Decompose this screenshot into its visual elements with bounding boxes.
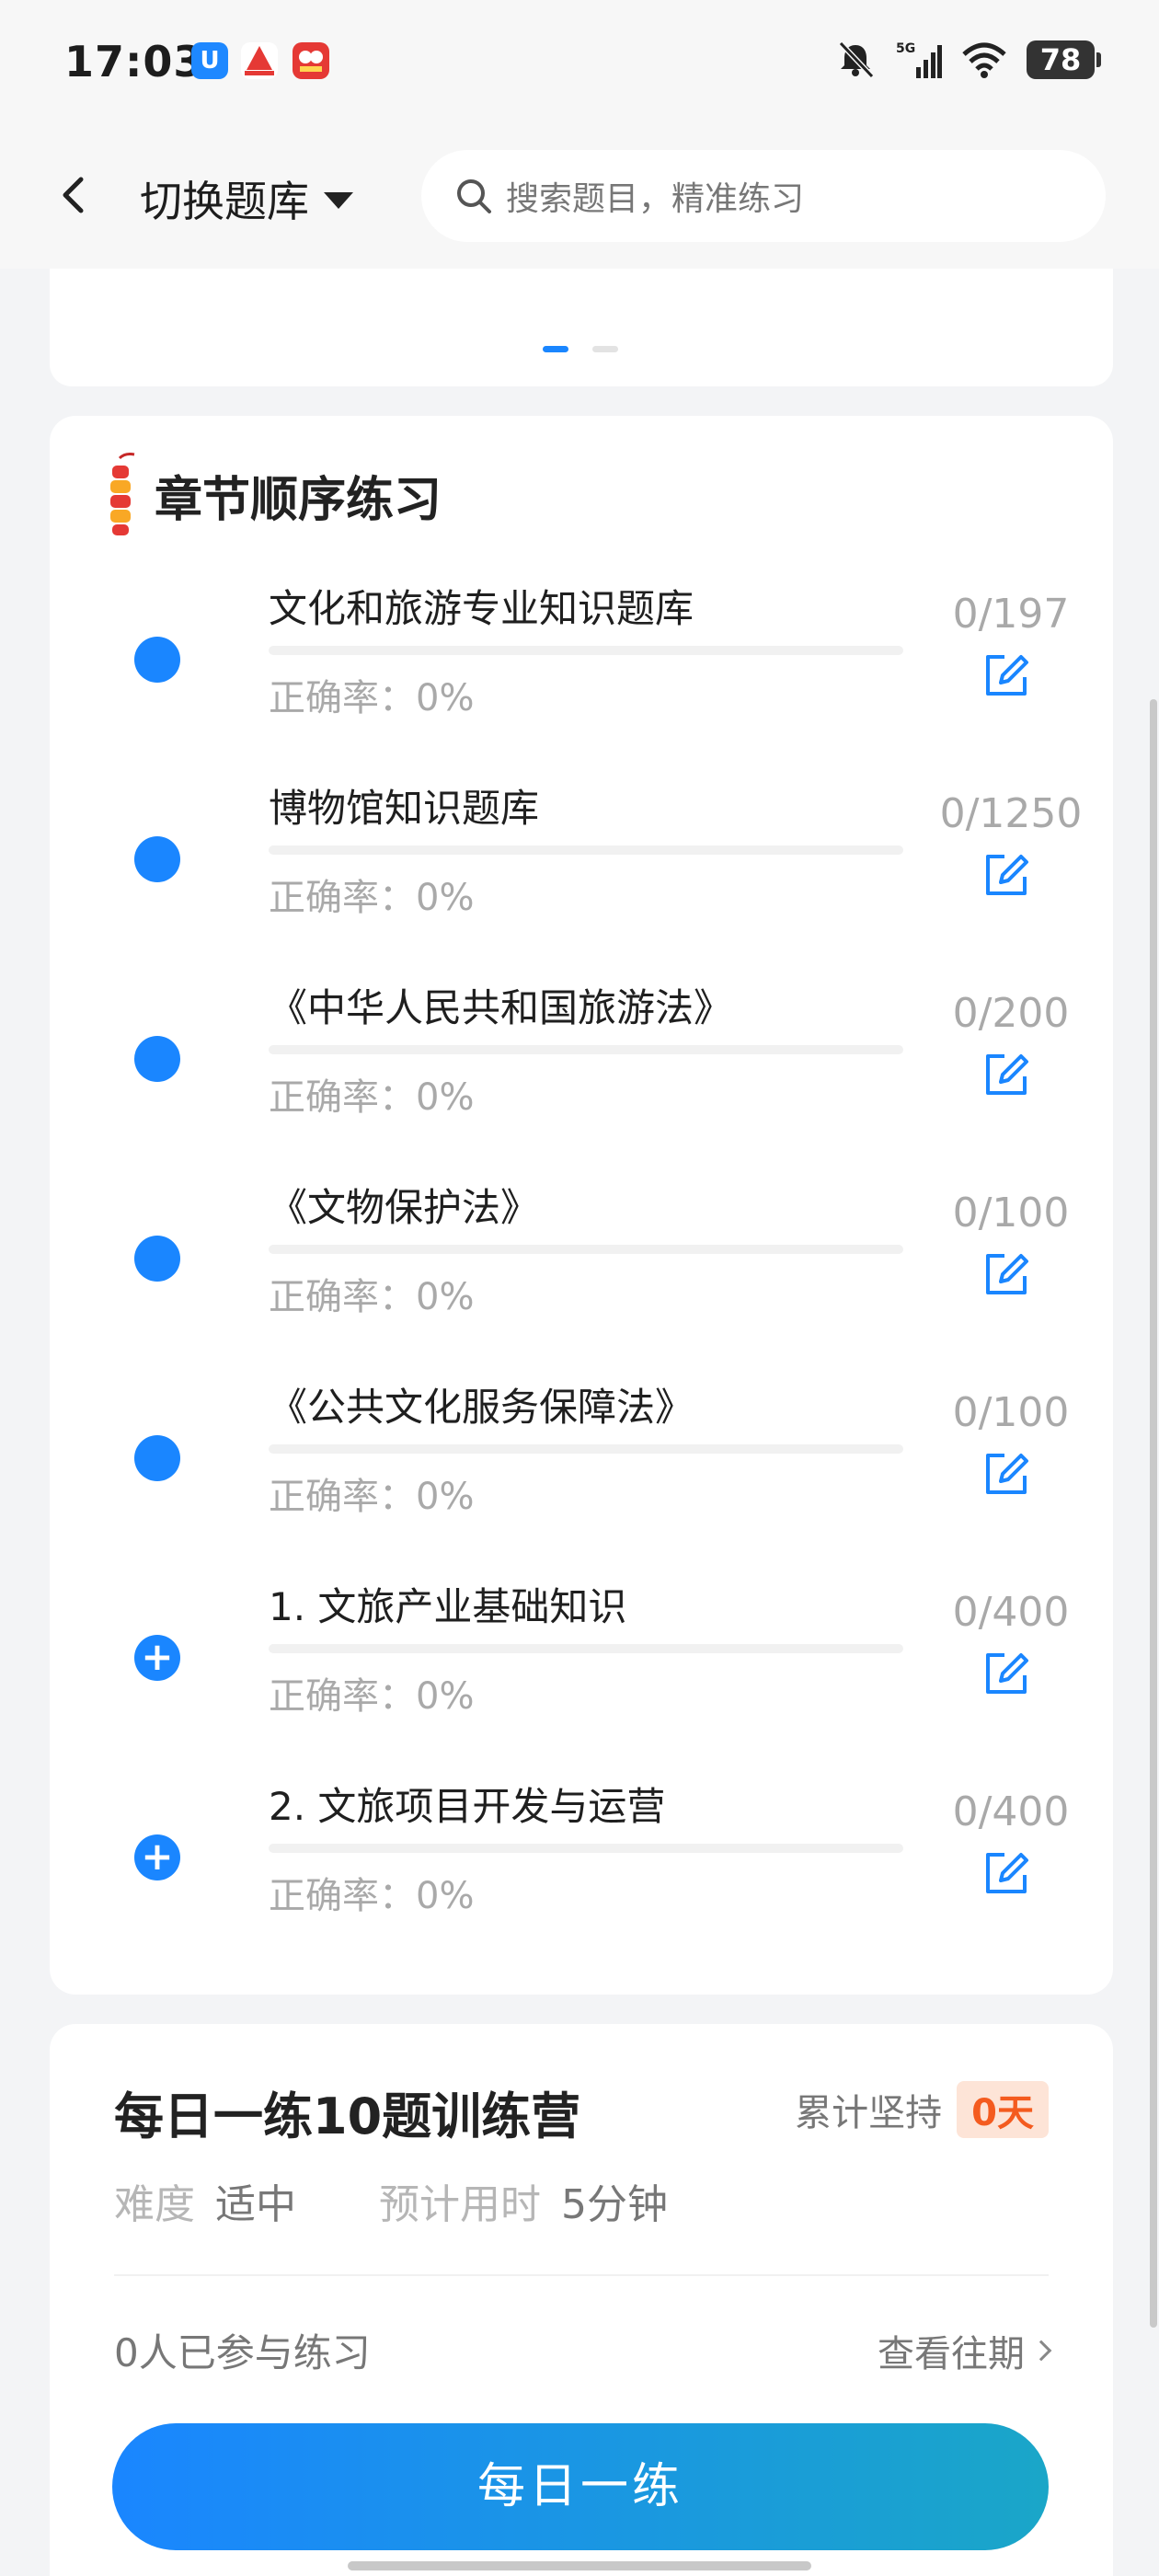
edit-practice-icon[interactable] bbox=[981, 1049, 1032, 1100]
edit-practice-icon[interactable] bbox=[981, 849, 1032, 901]
accuracy-text: 正确率：0% bbox=[269, 1875, 475, 1917]
persist-days-badge: 0天 bbox=[957, 2081, 1049, 2138]
scrollbar[interactable] bbox=[1150, 699, 1157, 2328]
chevron-right-icon bbox=[1030, 2340, 1052, 2362]
search-placeholder: 搜索题目，精准练习 bbox=[506, 180, 805, 218]
status-indicators: 5G 78 bbox=[835, 37, 1101, 83]
edit-practice-icon[interactable] bbox=[981, 1648, 1032, 1699]
accuracy-text: 正确率：0% bbox=[269, 1276, 475, 1318]
chapter-dot-icon bbox=[134, 1236, 180, 1282]
question-count: 0/100 bbox=[952, 1389, 1070, 1436]
accuracy-text: 正确率：0% bbox=[269, 877, 475, 919]
daily-title: 每日一练10题训练营 bbox=[114, 2087, 581, 2145]
daily-practice-button[interactable]: 每日一练 bbox=[112, 2423, 1049, 2550]
accuracy-text: 正确率：0% bbox=[269, 1076, 475, 1119]
carousel-dot-active bbox=[543, 346, 568, 352]
joined-count: 0人已参与练习 bbox=[114, 2330, 371, 2375]
question-count: 0/1250 bbox=[939, 790, 1083, 837]
difficulty-value: 适中 bbox=[215, 2181, 296, 2228]
app-notification-icon bbox=[293, 42, 329, 79]
chapter-item-name: 博物馆知识题库 bbox=[269, 786, 540, 831]
chapter-item[interactable]: 文化和旅游专业知识题库 正确率：0% 0/197 bbox=[50, 578, 1113, 762]
chapter-item-name: 2. 文旅项目开发与运营 bbox=[269, 1784, 666, 1829]
chapter-item[interactable]: +2. 文旅项目开发与运营 正确率：0% 0/400 bbox=[50, 1776, 1113, 1960]
app-notification-icon: U bbox=[191, 42, 228, 79]
daily-meta: 难度 适中 预计用时 5分钟 bbox=[114, 2171, 751, 2230]
progress-bar bbox=[269, 1045, 903, 1054]
status-time: 17:03 bbox=[64, 37, 204, 86]
chapter-item[interactable]: 《公共文化服务保障法》 正确率：0% 0/100 bbox=[50, 1376, 1113, 1560]
top-header: 切换题库 搜索题目，精准练习 bbox=[0, 124, 1159, 269]
switch-bank-label: 切换题库 bbox=[140, 177, 309, 226]
progress-bar bbox=[269, 1245, 903, 1254]
progress-bar bbox=[269, 1844, 903, 1853]
question-count: 0/200 bbox=[952, 990, 1070, 1037]
edit-practice-icon[interactable] bbox=[981, 1847, 1032, 1899]
history-link[interactable]: 查看往期 bbox=[878, 2324, 1052, 2377]
persist-streak: 累计坚持 0天 bbox=[795, 2081, 1049, 2138]
bell-off-icon bbox=[838, 40, 875, 79]
chapter-item-name: 文化和旅游专业知识题库 bbox=[269, 586, 694, 631]
question-count: 0/400 bbox=[952, 1788, 1070, 1835]
status-bar: 17:03 U 5G 78 bbox=[0, 0, 1159, 124]
back-arrow-icon[interactable] bbox=[52, 172, 98, 218]
time-value: 5分钟 bbox=[561, 2181, 668, 2228]
chapter-dot-icon bbox=[134, 1036, 180, 1082]
battery-icon: 78 bbox=[1027, 40, 1101, 79]
expand-plus-icon[interactable]: + bbox=[134, 1635, 180, 1681]
edit-practice-icon[interactable] bbox=[981, 1448, 1032, 1500]
carousel-dot bbox=[592, 346, 618, 352]
edit-practice-icon[interactable] bbox=[981, 1248, 1032, 1300]
app-notification-icon bbox=[241, 42, 278, 79]
chapter-item[interactable]: 博物馆知识题库 正确率：0% 0/1250 bbox=[50, 777, 1113, 961]
chapter-item-name: 《文物保护法》 bbox=[269, 1185, 540, 1230]
chapter-item-name: 《公共文化服务保障法》 bbox=[269, 1385, 694, 1430]
wifi-icon bbox=[962, 42, 1006, 78]
question-count: 0/400 bbox=[952, 1589, 1070, 1636]
difficulty-label: 难度 bbox=[114, 2181, 195, 2228]
chapter-item[interactable]: 《中华人民共和国旅游法》 正确率：0% 0/200 bbox=[50, 977, 1113, 1161]
signal-icon: 5G bbox=[896, 41, 942, 78]
time-label: 预计用时 bbox=[379, 2181, 541, 2228]
persist-label: 累计坚持 bbox=[795, 2092, 943, 2134]
chapter-item-name: 1. 文旅产业基础知识 bbox=[269, 1584, 627, 1629]
accuracy-text: 正确率：0% bbox=[269, 677, 475, 719]
carousel-indicator bbox=[543, 346, 618, 352]
chapter-section-title: 章节顺序练习 bbox=[155, 472, 442, 528]
progress-bar bbox=[269, 1444, 903, 1454]
caret-down-icon bbox=[324, 192, 353, 209]
search-icon bbox=[457, 179, 491, 213]
accuracy-text: 正确率：0% bbox=[269, 1675, 475, 1718]
accuracy-text: 正确率：0% bbox=[269, 1476, 475, 1518]
chapter-dot-icon bbox=[134, 1435, 180, 1481]
daily-practice-card: 每日一练10题训练营 累计坚持 0天 难度 适中 预计用时 5分钟 0人已参与练… bbox=[50, 2024, 1113, 2576]
progress-bar bbox=[269, 1644, 903, 1653]
chapter-practice-card: 章节顺序练习 文化和旅游专业知识题库 正确率：0% 0/197 博物馆知识题库 正确率：… bbox=[50, 416, 1113, 1995]
network-type: 5G bbox=[896, 41, 915, 56]
firecracker-icon bbox=[110, 453, 135, 535]
home-indicator[interactable] bbox=[348, 2561, 811, 2570]
chapter-item[interactable]: +1. 文旅产业基础知识 正确率：0% 0/400 bbox=[50, 1576, 1113, 1760]
history-link-label: 查看往期 bbox=[878, 2333, 1025, 2375]
chapter-dot-icon bbox=[134, 836, 180, 882]
search-input[interactable]: 搜索题目，精准练习 bbox=[421, 150, 1106, 242]
chapter-section-header: 章节顺序练习 bbox=[101, 453, 442, 537]
question-count: 0/197 bbox=[952, 591, 1070, 638]
question-count: 0/100 bbox=[952, 1190, 1070, 1236]
switch-bank-button[interactable]: 切换题库 bbox=[140, 168, 353, 229]
edit-practice-icon[interactable] bbox=[981, 650, 1032, 701]
divider bbox=[114, 2274, 1049, 2276]
chapter-dot-icon bbox=[134, 637, 180, 683]
progress-bar bbox=[269, 646, 903, 655]
progress-bar bbox=[269, 845, 903, 855]
chapter-item[interactable]: 《文物保护法》 正确率：0% 0/100 bbox=[50, 1177, 1113, 1361]
expand-plus-icon[interactable]: + bbox=[134, 1834, 180, 1880]
chapter-item-name: 《中华人民共和国旅游法》 bbox=[269, 985, 733, 1030]
